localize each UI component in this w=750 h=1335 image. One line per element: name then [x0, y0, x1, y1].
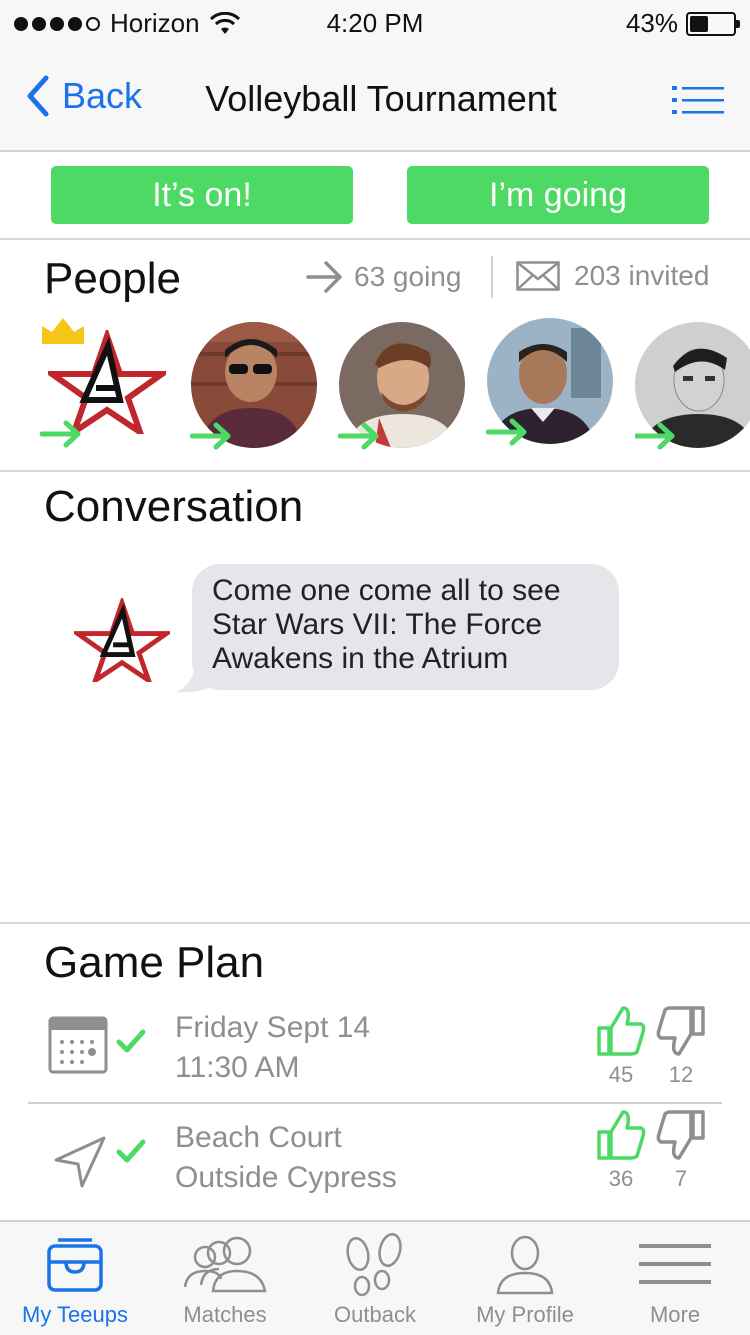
plan-item-location[interactable]: Beach Court Outside Cypress 36 7: [28, 1110, 722, 1214]
envelope-icon: [516, 261, 560, 291]
thumbs-down-icon: [656, 1006, 705, 1056]
downvote-button[interactable]: 12: [654, 1004, 708, 1088]
battery-info: 43%: [625, 8, 740, 39]
message-bubble[interactable]: Come one come all to see Star Wars VII: …: [192, 564, 619, 690]
tab-bar: My Teeups Matches Outback My Profile Mor…: [0, 1220, 750, 1335]
divider: [491, 256, 493, 298]
thumbs-down-icon: [656, 1110, 705, 1160]
downvote-button[interactable]: 7: [654, 1108, 708, 1192]
avatar-attendee-4[interactable]: [635, 322, 750, 450]
group-people-icon: [183, 1236, 267, 1293]
tab-more[interactable]: More: [600, 1222, 750, 1335]
tab-label: My Profile: [476, 1302, 574, 1327]
checkmark-icon: [116, 1139, 146, 1163]
upvote-button[interactable]: 45: [594, 1004, 648, 1088]
downvote-count: 12: [668, 1062, 694, 1087]
footprints-icon: [346, 1233, 402, 1297]
game-plan-section: Game Plan Friday Sept 14 11:30 AM 45 12 …: [0, 924, 750, 1220]
plan-item-datetime[interactable]: Friday Sept 14 11:30 AM 45 12: [28, 1004, 722, 1104]
im-going-button[interactable]: I’m going: [407, 166, 709, 224]
going-arrow-icon: [635, 422, 675, 450]
plan-text: Friday Sept 14 11:30 AM: [175, 1008, 370, 1088]
battery-level: [690, 15, 709, 32]
page-title: Volleyball Tournament: [205, 78, 557, 119]
conversation-section: Conversation Come one come all to see St…: [0, 472, 750, 924]
plan-location-detail: Outside Cypress: [175, 1161, 397, 1194]
sender-avatar-logo[interactable]: [74, 598, 170, 682]
battery-icon: [686, 11, 740, 36]
hamburger-menu-icon: [639, 1244, 711, 1284]
going-count[interactable]: 63 going: [306, 260, 461, 294]
location-arrow-icon: [54, 1136, 106, 1188]
going-label: 63 going: [354, 261, 462, 292]
arrow-right-icon: [306, 261, 342, 293]
plan-date: Friday Sept 14: [175, 1011, 371, 1044]
tab-label: My Teeups: [22, 1302, 128, 1327]
star-logo-icon: [42, 326, 172, 440]
upvote-count: 45: [608, 1062, 634, 1087]
tab-label: Matches: [183, 1302, 267, 1327]
inbox-tray-icon: [47, 1238, 103, 1292]
calendar-icon: [48, 1016, 108, 1074]
tab-matches[interactable]: Matches: [150, 1222, 300, 1335]
avatar-attendee-2[interactable]: [338, 322, 469, 450]
tab-my-profile[interactable]: My Profile: [450, 1222, 600, 1335]
plan-time: 11:30 AM: [175, 1051, 300, 1084]
checkmark-icon: [116, 1029, 146, 1053]
people-title: People: [44, 254, 182, 303]
going-arrow-icon: [40, 420, 81, 448]
avatar-attendee-1[interactable]: [190, 322, 321, 450]
upvote-button[interactable]: 36: [594, 1108, 648, 1192]
its-on-button[interactable]: It’s on!: [51, 166, 353, 224]
battery-percent: 43%: [625, 8, 678, 38]
person-icon: [496, 1235, 554, 1295]
invited-count[interactable]: 203 invited: [516, 260, 709, 292]
tab-my-teeups[interactable]: My Teeups: [0, 1222, 150, 1335]
thumbs-up-icon: [597, 1006, 646, 1056]
invited-label: 203 invited: [574, 260, 710, 291]
thumbs-up-icon: [597, 1110, 646, 1160]
game-plan-title: Game Plan: [44, 938, 265, 987]
navigation-bar: Back Volleyball Tournament: [0, 50, 750, 152]
going-arrow-icon: [338, 422, 379, 450]
plan-text: Beach Court Outside Cypress: [175, 1118, 397, 1198]
tab-label: More: [649, 1302, 701, 1327]
going-arrow-icon: [190, 422, 231, 450]
tab-label: Outback: [334, 1302, 416, 1327]
avatar-attendee-3[interactable]: [486, 318, 617, 446]
plan-location-name: Beach Court: [175, 1121, 342, 1154]
downvote-count: 7: [674, 1166, 688, 1191]
conversation-title: Conversation: [44, 482, 304, 531]
status-bar: Horizon 4:20 PM 43%: [0, 0, 750, 50]
rsvp-actions: It’s on! I’m going: [0, 152, 750, 240]
going-arrow-icon: [486, 418, 527, 446]
list-menu-icon[interactable]: [672, 84, 724, 118]
tab-outback[interactable]: Outback: [300, 1222, 450, 1335]
upvote-count: 36: [608, 1166, 634, 1191]
